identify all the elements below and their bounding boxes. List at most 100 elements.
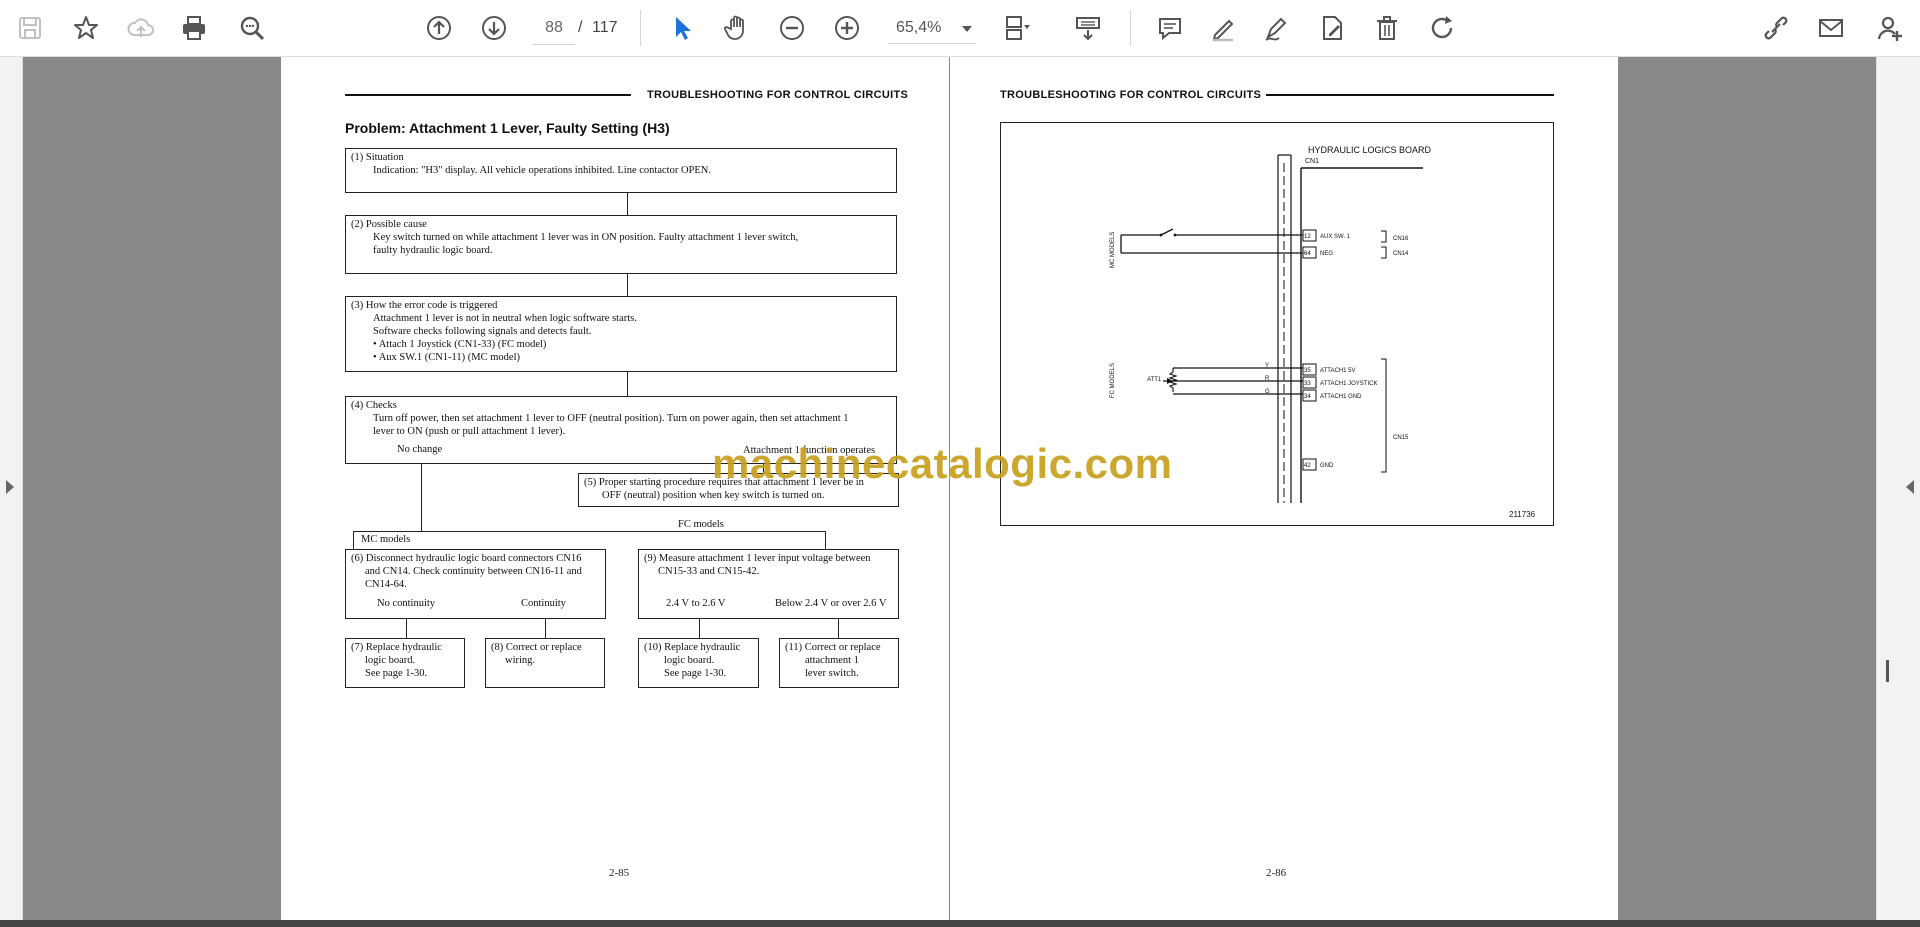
delete-icon[interactable] [1367, 8, 1407, 48]
box-text: Indication: "H3" display. All vehicle op… [373, 165, 711, 176]
bottom-bar [0, 920, 1920, 927]
attach1-5v-label: ATTACH1 5V [1320, 368, 1355, 374]
zoom-search-icon[interactable] [232, 8, 272, 48]
draw-pen-icon[interactable] [1257, 8, 1297, 48]
pin-42: 42 [1304, 463, 1311, 469]
box-text: See page 1-30. [664, 668, 727, 679]
cloud-upload-icon[interactable] [121, 8, 161, 48]
neg-label: NEG [1320, 251, 1333, 257]
zoom-out-icon[interactable] [772, 8, 812, 48]
flow-box-replace-wiring: (8) Correct or replace wiring. [485, 638, 605, 688]
header-rule [1266, 94, 1554, 96]
box-text: (10) Replace hydraulic [644, 642, 741, 653]
mail-icon[interactable] [1811, 8, 1851, 48]
box-title: (1) Situation [351, 152, 404, 163]
comment-icon[interactable] [1150, 8, 1190, 48]
arrow-up-circle-icon[interactable] [419, 8, 459, 48]
header-rule [345, 94, 631, 96]
page-header: TROUBLESHOOTING FOR CONTROL CIRCUITS [647, 89, 909, 101]
flow-connector [353, 531, 825, 532]
page-right: TROUBLESHOOTING FOR CONTROL CIRCUITS HYD… [950, 57, 1618, 920]
aux-sw-label: AUX SW. 1 [1320, 234, 1351, 240]
box-text: (11) Correct or replace [785, 642, 881, 653]
att1-label: ATT1 [1147, 377, 1162, 383]
branch-label-no-continuity: No continuity [377, 598, 436, 609]
fit-page-icon[interactable] [996, 8, 1036, 48]
branch-label-continuity: Continuity [521, 598, 566, 609]
branch-label-voltage-ok: 2.4 V to 2.6 V [666, 598, 726, 609]
attach1-joystick-label: ATTACH1 JOYSTICK [1320, 381, 1377, 387]
box-text: OFF (neutral) position when key switch i… [602, 490, 825, 501]
box-text: (7) Replace hydraulic [351, 642, 442, 653]
branch-label-voltage-bad: Below 2.4 V or over 2.6 V [775, 598, 887, 609]
cn15-label: CN15 [1393, 435, 1409, 441]
fill-sign-icon[interactable] [1312, 8, 1352, 48]
flow-box-possible-cause: (2) Possible cause Key switch turned on … [345, 215, 897, 274]
bookmark-star-icon[interactable] [66, 8, 106, 48]
arrow-down-circle-icon[interactable] [474, 8, 514, 48]
page-separator: / [578, 19, 583, 36]
box-text: lever switch. [805, 668, 859, 679]
pin-33: 33 [1304, 381, 1311, 387]
toolbar-divider [640, 10, 641, 46]
save-icon[interactable] [10, 8, 50, 48]
pin-12: 12 [1304, 234, 1311, 240]
highlight-pen-icon[interactable] [1203, 8, 1243, 48]
flow-connector [627, 372, 628, 396]
flow-connector [353, 531, 354, 549]
box-text: • Aux SW.1 (CN1-11) (MC model) [373, 352, 520, 363]
page-total: 117 [592, 19, 618, 36]
box-title: (4) Checks [351, 400, 397, 411]
box-text: lever to ON (push or pull attachment 1 l… [373, 426, 566, 437]
box-title: (2) Possible cause [351, 219, 427, 230]
board-label: HYDRAULIC LOGICS BOARD [1308, 145, 1432, 155]
rotate-icon[interactable] [1422, 8, 1462, 48]
share-link-icon[interactable] [1756, 8, 1796, 48]
cn16-label: CN16 [1393, 236, 1409, 242]
box-text: CN14-64. [365, 579, 407, 590]
pin-64: 64 [1304, 251, 1311, 257]
gnd-label: GND [1320, 463, 1334, 469]
hand-pan-icon[interactable] [717, 8, 757, 48]
scroll-mode-icon[interactable] [1068, 8, 1108, 48]
add-user-icon[interactable] [1870, 8, 1910, 48]
page-left: TROUBLESHOOTING FOR CONTROL CIRCUITS Pro… [281, 57, 949, 920]
box-text: and CN14. Check continuity between CN16-… [365, 566, 582, 577]
zoom-level-select[interactable]: 65,4% [888, 12, 976, 44]
flow-connector [825, 531, 826, 549]
watermark-text: machinecatalogic.com [712, 440, 1173, 487]
box-text: Attachment 1 lever is not in neutral whe… [373, 313, 637, 324]
page-number-input[interactable]: 88 [533, 12, 575, 45]
box-text: Software checks following signals and de… [373, 326, 592, 337]
scrollbar-thumb[interactable] [1886, 660, 1889, 682]
pin-35: 35 [1304, 368, 1311, 374]
box-text: (6) Disconnect hydraulic logic board con… [351, 553, 582, 564]
box-title: (3) How the error code is triggered [351, 300, 498, 311]
box-text: CN15-33 and CN15-42. [658, 566, 760, 577]
zoom-level-value: 65,4% [896, 19, 942, 36]
select-cursor-icon[interactable] [662, 8, 702, 48]
cn14-label: CN14 [1393, 251, 1409, 257]
flow-box-replace-lever-switch: (11) Correct or replace attachment 1 lev… [779, 638, 899, 688]
flow-box-situation: (1) Situation Indication: "H3" display. … [345, 148, 897, 193]
cn1-label: CN1 [1305, 158, 1319, 165]
expand-right-panel-icon[interactable] [1906, 480, 1914, 494]
box-text: See page 1-30. [365, 668, 428, 679]
box-text: (8) Correct or replace [491, 642, 582, 653]
print-icon[interactable] [174, 8, 214, 48]
box-text: Turn off power, then set attachment 1 le… [373, 413, 849, 424]
flow-connector [627, 274, 628, 296]
attach1-gnd-label: ATTACH1 GND [1320, 394, 1362, 400]
mc-models-label: MC MODELS [1110, 232, 1116, 268]
flow-connector [699, 619, 700, 638]
branch-label-fc-models: FC models [678, 519, 724, 530]
box-text: logic board. [365, 655, 416, 666]
box-text: faulty hydraulic logic board. [373, 245, 493, 256]
toolbar: 88 / 117 65,4% [0, 0, 1920, 57]
expand-left-panel-icon[interactable] [6, 480, 14, 494]
box-text: (9) Measure attachment 1 lever input vol… [644, 553, 871, 564]
pin-34: 34 [1304, 394, 1311, 400]
flow-connector [406, 619, 407, 638]
zoom-in-icon[interactable] [827, 8, 867, 48]
page-number: 2-85 [609, 867, 630, 879]
